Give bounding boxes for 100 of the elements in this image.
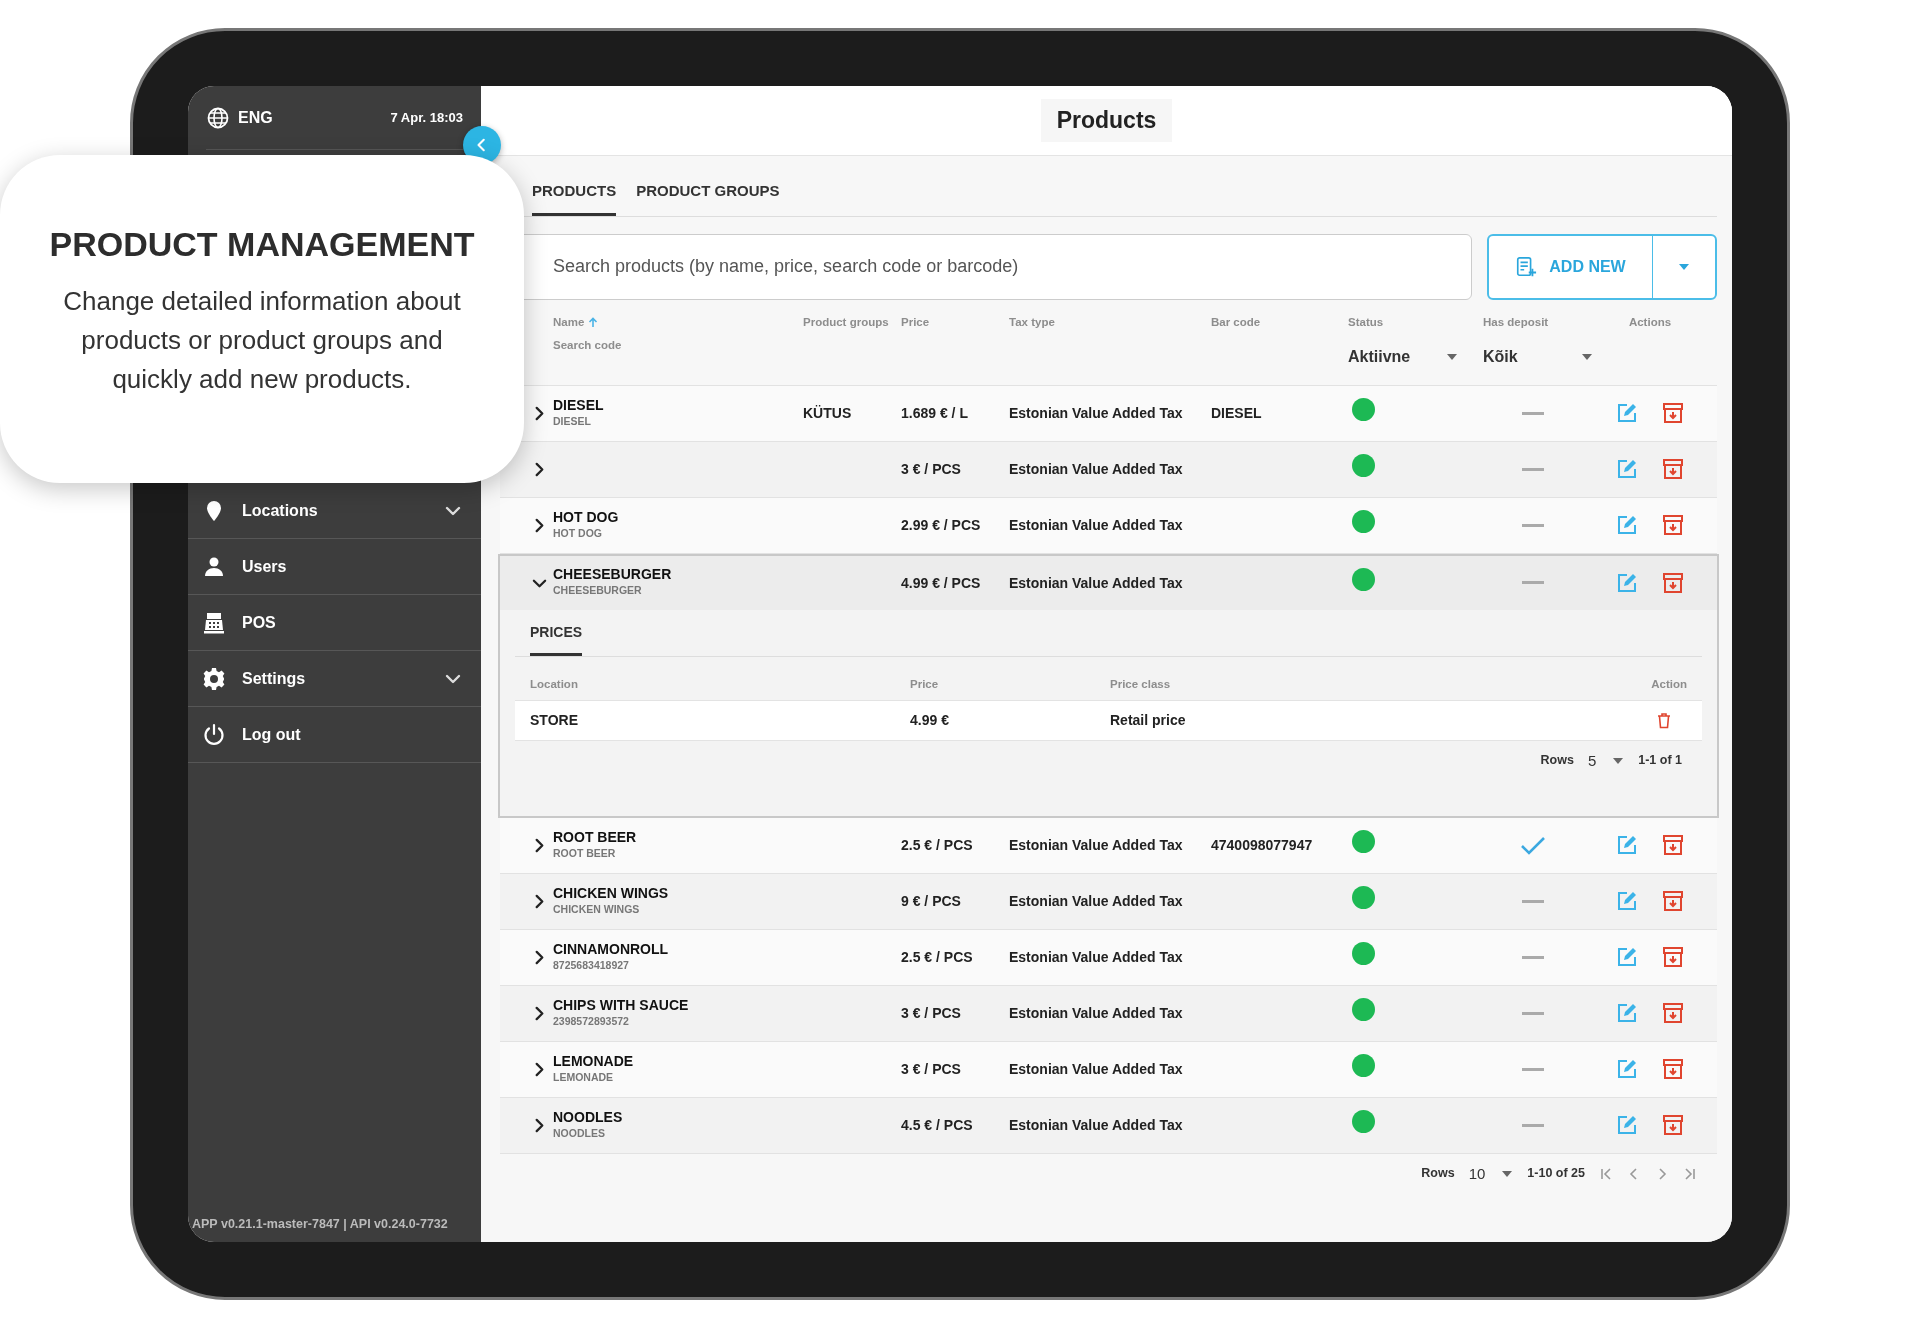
column-header: Has deposit — [1483, 314, 1549, 330]
column-header: Price — [910, 678, 939, 690]
table-cell: Estonian Value Added Tax — [1009, 949, 1183, 965]
edit-icon[interactable] — [1616, 458, 1638, 480]
table-cell: 3 € / PCS — [901, 1005, 961, 1021]
filter-dropdown[interactable]: Kõik — [1483, 344, 1593, 369]
column-header: Search code — [553, 337, 623, 353]
page-title: Products — [1040, 99, 1173, 142]
archive-icon[interactable] — [1662, 571, 1684, 594]
date-time: 7 Apr. 18:03 — [390, 108, 463, 127]
table-cell: 2.5 € / PCS — [901, 837, 973, 853]
product-name: HOT DOG — [553, 508, 620, 526]
column-header: Location — [530, 678, 578, 690]
sidebar-item[interactable]: POS — [188, 595, 481, 651]
column-header: Action — [1651, 678, 1687, 690]
product-name: CHEESEBURGER — [553, 566, 673, 583]
sidebar-item[interactable]: Settings — [188, 651, 481, 707]
table-cell: 9 € / PCS — [901, 893, 961, 909]
table-cell: 4.99 € / PCS — [901, 574, 981, 591]
archive-icon[interactable] — [1662, 834, 1684, 856]
trash-icon[interactable] — [1657, 712, 1671, 729]
edit-icon[interactable] — [1616, 571, 1638, 594]
table-cell: STORE — [530, 712, 578, 728]
table-cell: Estonian Value Added Tax — [1009, 1005, 1183, 1021]
search-code: LEMONADE — [553, 1069, 615, 1085]
page-range: 1-1 of 1 — [1638, 752, 1682, 770]
sort-arrow-icon[interactable] — [588, 316, 599, 328]
archive-icon[interactable] — [1662, 1058, 1684, 1080]
filter-dropdown[interactable]: Aktiivne — [1348, 344, 1458, 369]
product-name: NOODLES — [553, 1108, 624, 1126]
cash-register-icon — [202, 610, 226, 635]
archive-icon[interactable] — [1662, 1114, 1684, 1136]
tab[interactable]: PRICES — [530, 617, 583, 656]
search-code: 2398572893572 — [553, 1013, 630, 1029]
table-cell: 4.5 € / PCS — [901, 1117, 973, 1133]
search-code: 8725683418927 — [553, 957, 630, 973]
table-cell: Estonian Value Added Tax — [1009, 405, 1183, 421]
table-cell: 2.99 € / PCS — [901, 517, 981, 533]
caret-icon — [1612, 756, 1625, 765]
rows-per-page-select[interactable]: 10 — [1468, 1169, 1514, 1178]
column-header: Tax type — [1009, 314, 1055, 330]
caret-icon — [1678, 262, 1690, 271]
column-header: Status — [1348, 314, 1384, 330]
product-name: CHICKEN WINGS — [553, 884, 670, 902]
product-name: CINNAMONROLL — [553, 940, 670, 958]
table-cell: 3 € / PCS — [901, 1061, 961, 1077]
edit-icon[interactable] — [1616, 1058, 1638, 1080]
edit-icon[interactable] — [1616, 1114, 1638, 1136]
search-code: CHICKEN WINGS — [553, 901, 641, 917]
edit-icon[interactable] — [1616, 890, 1638, 912]
table-cell: Estonian Value Added Tax — [1009, 517, 1183, 533]
edit-icon[interactable] — [1616, 946, 1638, 968]
add-list-icon — [1515, 255, 1538, 278]
power-icon — [202, 722, 226, 747]
edit-icon[interactable] — [1616, 1002, 1638, 1024]
table-cell: KÜTUS — [803, 405, 852, 421]
page-range: 1-10 of 25 — [1527, 1165, 1585, 1183]
settings-icon — [202, 666, 226, 691]
callout-text: Change detailed information about products or product groups and quickly add new products. — [62, 285, 462, 396]
caret-icon — [1501, 1169, 1514, 1178]
tab[interactable]: PRODUCT GROUPS — [636, 176, 780, 216]
product-name: DIESEL — [553, 396, 605, 414]
search-code: HOT DOG — [553, 525, 603, 541]
globe-icon — [206, 105, 230, 130]
table-cell: Estonian Value Added Tax — [1009, 837, 1183, 853]
product-name: ROOT BEER — [553, 828, 638, 846]
edit-icon[interactable] — [1616, 834, 1638, 856]
edit-icon[interactable] — [1616, 402, 1638, 424]
table-cell: 4.99 € — [910, 712, 949, 728]
table-cell: Estonian Value Added Tax — [1009, 1061, 1183, 1077]
column-header: Price class — [1110, 678, 1171, 690]
search-code: NOODLES — [553, 1125, 606, 1141]
table-cell: Retail price — [1110, 712, 1186, 728]
rows-per-page-select[interactable]: 5 — [1587, 756, 1625, 765]
archive-icon[interactable] — [1662, 1002, 1684, 1024]
archive-icon[interactable] — [1662, 402, 1684, 424]
table-cell: DIESEL — [1211, 405, 1262, 421]
column-header: Actions — [1628, 314, 1672, 330]
column-header: Price — [901, 314, 930, 330]
archive-icon[interactable] — [1662, 458, 1684, 480]
archive-icon[interactable] — [1662, 514, 1684, 536]
table-cell: 4740098077947 — [1211, 837, 1313, 853]
rows-label: Rows — [1540, 752, 1574, 770]
rows-label: Rows — [1421, 1165, 1455, 1183]
column-header: Product groups — [803, 314, 889, 330]
caret-icon — [1581, 352, 1593, 361]
column-header: Bar code — [1211, 314, 1261, 330]
table-cell: Estonian Value Added Tax — [1009, 574, 1183, 591]
first-page-icon[interactable] — [1599, 1166, 1613, 1181]
archive-icon[interactable] — [1662, 890, 1684, 912]
callout-title: PRODUCT MANAGEMENT — [49, 224, 475, 265]
last-page-icon[interactable] — [1683, 1166, 1697, 1181]
table-cell: 2.5 € / PCS — [901, 949, 973, 965]
product-name: CHIPS WITH SAUCE — [553, 996, 690, 1014]
table-cell: Estonian Value Added Tax — [1009, 893, 1183, 909]
archive-icon[interactable] — [1662, 946, 1684, 968]
edit-icon[interactable] — [1616, 514, 1638, 536]
language-selector[interactable]: ENG — [206, 105, 273, 130]
table-cell: 3 € / PCS — [901, 461, 961, 477]
tab[interactable]: PRODUCTS — [532, 176, 617, 216]
